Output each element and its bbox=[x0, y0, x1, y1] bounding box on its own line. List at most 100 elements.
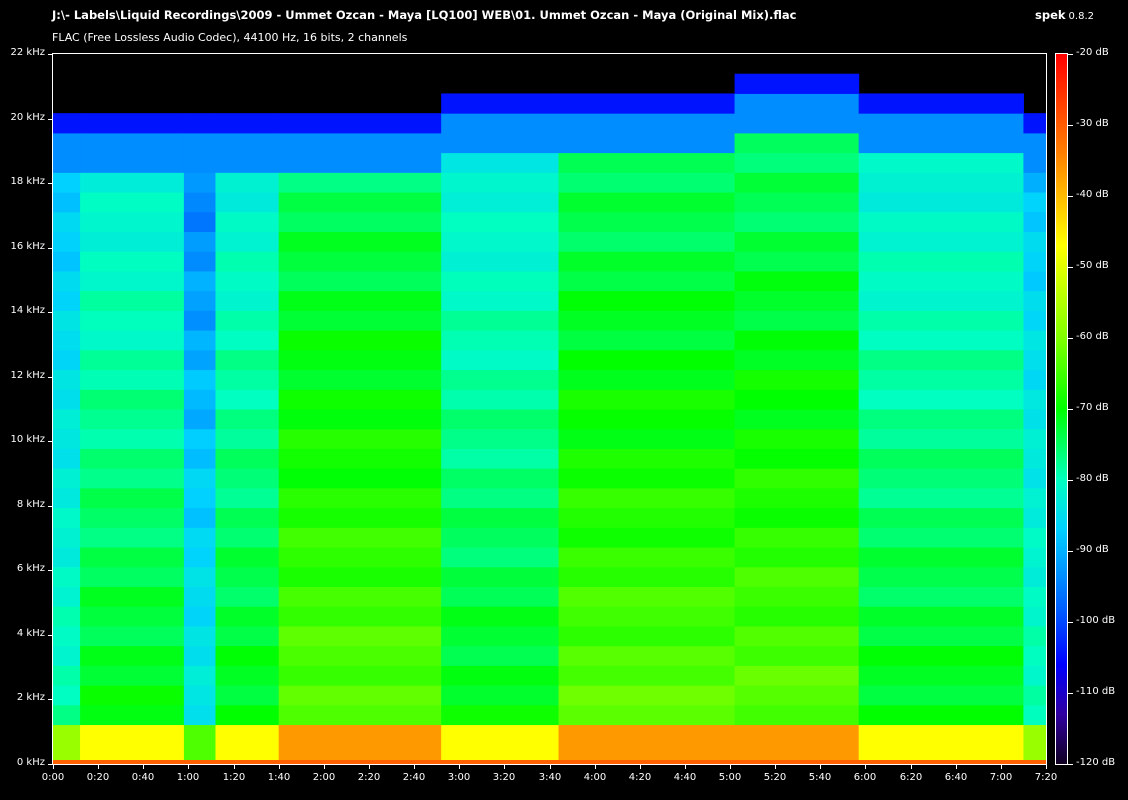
spectrogram-cell bbox=[80, 507, 185, 528]
spectrogram-cell bbox=[53, 625, 81, 647]
spectrogram-cell bbox=[278, 389, 442, 410]
file-path-title: J:\- Labels\Liquid Recordings\2009 - Umm… bbox=[52, 8, 797, 22]
spectrogram-cell bbox=[80, 270, 185, 292]
y-axis-tick bbox=[48, 119, 53, 120]
spectrogram-cell bbox=[80, 685, 185, 706]
spectrogram-cell bbox=[1023, 192, 1046, 213]
spectrogram-cell bbox=[80, 290, 185, 311]
spectrogram-cell bbox=[80, 152, 185, 173]
spectrogram-cell bbox=[215, 330, 280, 351]
spectrogram-cell bbox=[215, 310, 280, 331]
spectrogram-cell bbox=[53, 704, 81, 726]
spectrogram-cell bbox=[734, 507, 860, 528]
spectrogram-cell bbox=[858, 586, 1024, 607]
color-scale-label: -100 dB bbox=[1076, 615, 1116, 626]
spectrogram-cell bbox=[215, 704, 280, 726]
y-axis-tick bbox=[48, 441, 53, 442]
spectrogram-cell bbox=[858, 330, 1024, 351]
spectrogram bbox=[53, 54, 1046, 764]
spectrogram-cell bbox=[215, 468, 280, 489]
spectrogram-cell bbox=[183, 310, 216, 331]
spectrogram-cell bbox=[278, 428, 442, 449]
spectrogram-cell bbox=[215, 487, 280, 509]
spectrogram-cell bbox=[734, 231, 860, 252]
spectrogram-cell bbox=[558, 251, 736, 272]
spectrogram-cell bbox=[183, 349, 216, 371]
spectrogram-cell bbox=[80, 487, 185, 509]
spectrogram-cell bbox=[1023, 113, 1046, 134]
spectrogram-cell bbox=[1023, 211, 1046, 232]
spectrogram-cell bbox=[734, 152, 860, 173]
color-scale-label: -50 dB bbox=[1076, 260, 1109, 271]
spectrogram-cell bbox=[278, 724, 442, 745]
x-tick-label: 3:20 bbox=[492, 772, 516, 783]
spectrogram-cell bbox=[215, 428, 280, 449]
y-axis-tick bbox=[48, 183, 53, 184]
spectrogram-cell bbox=[858, 606, 1024, 627]
spectrogram-cell bbox=[215, 606, 280, 627]
spectrogram-cell bbox=[441, 665, 560, 686]
spectrogram-cell bbox=[183, 507, 216, 528]
spectrogram-cell bbox=[558, 270, 736, 292]
spectrogram-cell bbox=[80, 132, 185, 154]
x-axis-tick bbox=[550, 764, 551, 769]
spectrogram-cell bbox=[215, 132, 280, 154]
app-name-label: spek bbox=[1035, 8, 1066, 22]
spectrogram-cell bbox=[215, 685, 280, 706]
spectrogram-cell bbox=[215, 547, 280, 568]
spectrogram-cell bbox=[53, 409, 81, 430]
spectrogram-cell bbox=[441, 152, 560, 173]
y-tick-label: 12 kHz bbox=[10, 370, 45, 381]
x-tick-label: 5:00 bbox=[718, 772, 742, 783]
spectrogram-cell bbox=[558, 428, 736, 449]
spectrogram-cell bbox=[734, 270, 860, 292]
spectrogram-cell bbox=[1023, 606, 1046, 627]
spectrogram-cell bbox=[734, 665, 860, 686]
spectrogram-cell bbox=[441, 645, 560, 666]
spectrogram-cell bbox=[183, 527, 216, 548]
spectrogram-cell bbox=[858, 369, 1024, 390]
spectrogram-cell bbox=[858, 349, 1024, 371]
spectrogram-cell bbox=[1023, 468, 1046, 489]
spectrogram-cell bbox=[183, 724, 216, 745]
spectrogram-cell bbox=[858, 409, 1024, 430]
color-scale-label: -40 dB bbox=[1076, 189, 1109, 200]
x-tick-label: 4:20 bbox=[628, 772, 652, 783]
spectrogram-cell bbox=[558, 625, 736, 647]
y-axis-tick bbox=[48, 54, 53, 55]
x-tick-label: 0:00 bbox=[41, 772, 65, 783]
color-scale-tick bbox=[1068, 409, 1073, 410]
spectrogram-cell bbox=[183, 369, 216, 390]
spectrogram-cell bbox=[1023, 389, 1046, 410]
spectrogram-cell bbox=[53, 448, 81, 469]
x-axis-tick bbox=[956, 764, 957, 769]
y-axis-tick bbox=[48, 312, 53, 313]
spectrogram-cell bbox=[734, 724, 860, 745]
spectrogram-cell bbox=[183, 448, 216, 469]
x-axis-tick bbox=[279, 764, 280, 769]
y-axis-tick bbox=[48, 506, 53, 507]
spectrogram-cell bbox=[80, 625, 185, 647]
spectrogram-cell bbox=[215, 192, 280, 213]
spectrogram-cell bbox=[53, 586, 81, 607]
spectrogram-cell bbox=[734, 566, 860, 587]
spectrogram-cell bbox=[1023, 330, 1046, 351]
spectrogram-cell bbox=[278, 349, 442, 371]
spectrogram-cell bbox=[183, 566, 216, 587]
color-scale-tick bbox=[1068, 267, 1073, 268]
spectrogram-cell bbox=[441, 310, 560, 331]
spectrogram-cell bbox=[183, 586, 216, 607]
spectrogram-cell bbox=[215, 665, 280, 686]
spectrogram-cell bbox=[1023, 290, 1046, 311]
color-scale-tick bbox=[1068, 551, 1073, 552]
spectrogram-cell bbox=[183, 606, 216, 627]
spectrogram-cell bbox=[183, 625, 216, 647]
spectrogram-cell bbox=[183, 468, 216, 489]
spectrogram-cell bbox=[215, 152, 280, 173]
spectrogram-cell bbox=[278, 586, 442, 607]
spectrogram-cell bbox=[183, 428, 216, 449]
spectrogram-cell bbox=[1023, 132, 1046, 154]
spectrogram-cell bbox=[441, 270, 560, 292]
y-tick-label: 18 kHz bbox=[10, 176, 45, 187]
spectrogram-cell bbox=[734, 547, 860, 568]
